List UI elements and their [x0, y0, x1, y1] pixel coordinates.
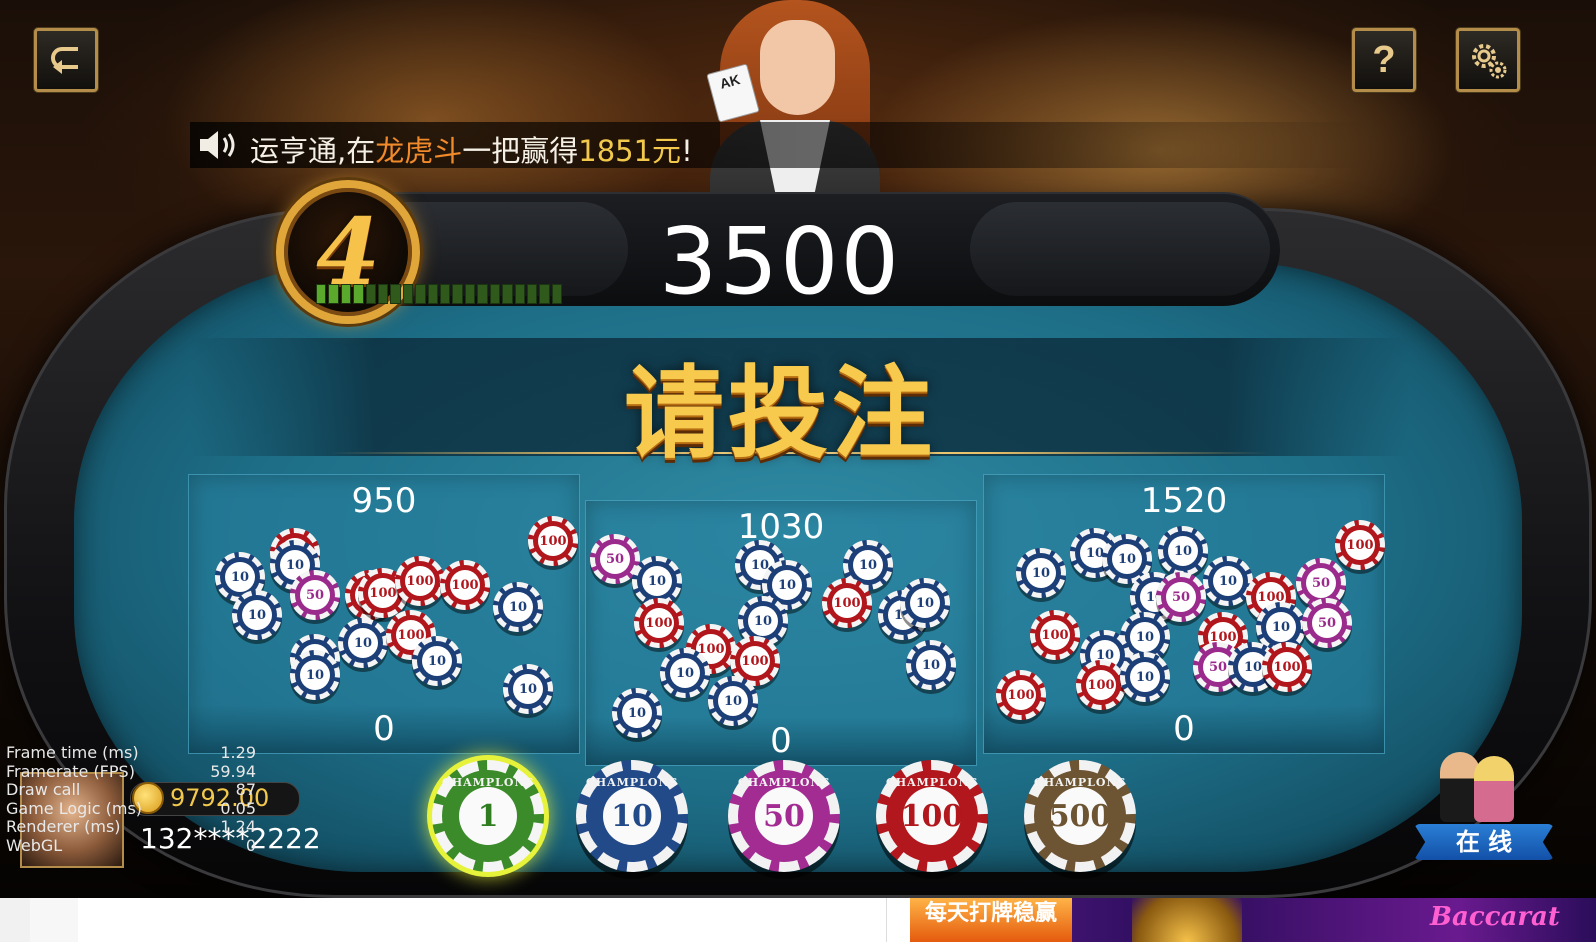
- ad-brand: Baccarat: [1430, 902, 1560, 932]
- placed-chip-10: 10: [412, 636, 462, 686]
- progress-segment: [353, 284, 364, 304]
- place-bet-prompt: 请投注: [624, 355, 936, 472]
- debug-row: Renderer (ms) 1.24: [6, 817, 256, 836]
- placed-chip-100: 100: [528, 516, 578, 566]
- placed-chip-10: 10: [290, 650, 340, 700]
- placed-chip-100: 100: [996, 670, 1046, 720]
- placed-chip-100: 100: [822, 578, 872, 628]
- debug-row: Game Logic (ms) 0.05: [6, 798, 256, 818]
- placed-chip-10: 10: [612, 688, 662, 738]
- placed-chip-50: 50: [1302, 598, 1352, 648]
- back-arrow-icon: [51, 47, 78, 74]
- online-players-button[interactable]: 在 线: [1410, 748, 1560, 868]
- chip-select-500[interactable]: CHAMPLONS 500: [1024, 760, 1136, 872]
- bull-logo-icon: [1132, 898, 1242, 942]
- debug-overlay: Frame time (ms) 1.29 Framerate (FPS) 59.94…: [6, 743, 256, 855]
- progress-segment: [328, 284, 339, 304]
- placed-chip-10: 10: [1158, 526, 1208, 576]
- placed-chip-10: 10: [1016, 548, 1066, 598]
- progress-segment: [539, 284, 550, 304]
- placed-chip-50: 50: [1156, 572, 1206, 622]
- browser-content-area[interactable]: [78, 898, 887, 942]
- placed-chip-100: 100: [634, 598, 684, 648]
- placed-chip-10: 10: [906, 640, 956, 690]
- placed-chip-10: 10: [232, 590, 282, 640]
- progress-segment: [440, 284, 451, 304]
- debug-row: Draw call 87: [6, 780, 256, 799]
- game-scene: AK ? 运亨通,在龙虎斗一把赢得1851元! 3500 4 请投注 950 0…: [0, 0, 1596, 898]
- online-label: 在 线: [1414, 824, 1554, 860]
- browser-tab[interactable]: [0, 898, 31, 942]
- progress-segment: [378, 284, 389, 304]
- debug-row: WebGL 0: [6, 835, 256, 855]
- speaker-icon: [200, 131, 235, 159]
- progress-segment: [551, 284, 563, 304]
- debug-row: Frame time (ms) 1.29: [6, 743, 256, 762]
- placed-chip-10: 10: [660, 648, 710, 698]
- progress-segment: [489, 284, 501, 304]
- progress-segment: [365, 284, 377, 304]
- placed-chip-10: 10: [493, 582, 543, 632]
- placed-chip-10: 10: [1120, 652, 1170, 702]
- ad-banner[interactable]: 每天打牌稳赢 Baccarat: [910, 898, 1596, 942]
- player-silhouette-icon: [1474, 756, 1514, 822]
- back-button[interactable]: [34, 28, 98, 92]
- announcement-text: 运亨通,在龙虎斗一把赢得1851元!: [250, 134, 693, 168]
- placed-chip-100: 100: [1076, 660, 1126, 710]
- progress-segment: [502, 284, 513, 304]
- settings-button[interactable]: [1456, 28, 1520, 92]
- pot-total: 3500: [658, 208, 902, 315]
- browser-tab[interactable]: [30, 898, 79, 942]
- progress-segment: [452, 284, 463, 304]
- progress-segment: [427, 284, 439, 304]
- announcement-marquee: 运亨通,在龙虎斗一把赢得1851元!: [190, 122, 1370, 168]
- placed-chip-50: 50: [290, 570, 340, 620]
- countdown-progress: [316, 284, 563, 304]
- placed-chip-10: 10: [708, 676, 758, 726]
- placed-chip-100: 100: [1262, 642, 1312, 692]
- placed-chip-10: 10: [900, 578, 950, 628]
- progress-segment: [402, 284, 414, 304]
- help-icon: ?: [1372, 38, 1396, 81]
- progress-segment: [415, 284, 426, 304]
- gear-icon: [1472, 44, 1507, 79]
- progress-segment: [514, 284, 525, 304]
- progress-segment: [526, 284, 538, 304]
- placed-chip-10: 10: [338, 618, 388, 668]
- help-button[interactable]: ?: [1352, 28, 1416, 92]
- bet-area-total: 950: [351, 481, 417, 521]
- chip-select-10[interactable]: CHAMPLONS 10: [576, 760, 688, 872]
- progress-segment: [477, 284, 488, 304]
- placed-chip-100: 100: [1030, 610, 1080, 660]
- progress-segment: [316, 284, 327, 304]
- debug-row: Framerate (FPS) 59.94: [6, 761, 256, 781]
- placed-chip-10: 10: [503, 664, 553, 714]
- progress-segment: [340, 284, 352, 304]
- chip-select-50[interactable]: CHAMPLONS 50: [728, 760, 840, 872]
- chip-select-100[interactable]: CHAMPLONS 100: [876, 760, 988, 872]
- bet-area-total: 1030: [737, 507, 825, 547]
- progress-segment: [390, 284, 401, 304]
- progress-segment: [464, 284, 476, 304]
- chip-select-1[interactable]: CHAMPLONS 1: [432, 760, 544, 872]
- ad-headline: 每天打牌稳赢: [910, 898, 1072, 942]
- bet-area-total: 1520: [1140, 481, 1228, 521]
- placed-chip-100: 100: [440, 560, 490, 610]
- placed-chip-100: 100: [395, 556, 445, 606]
- bet-area-my-bet: 0: [1173, 709, 1195, 749]
- placed-chip-100: 100: [1335, 520, 1385, 570]
